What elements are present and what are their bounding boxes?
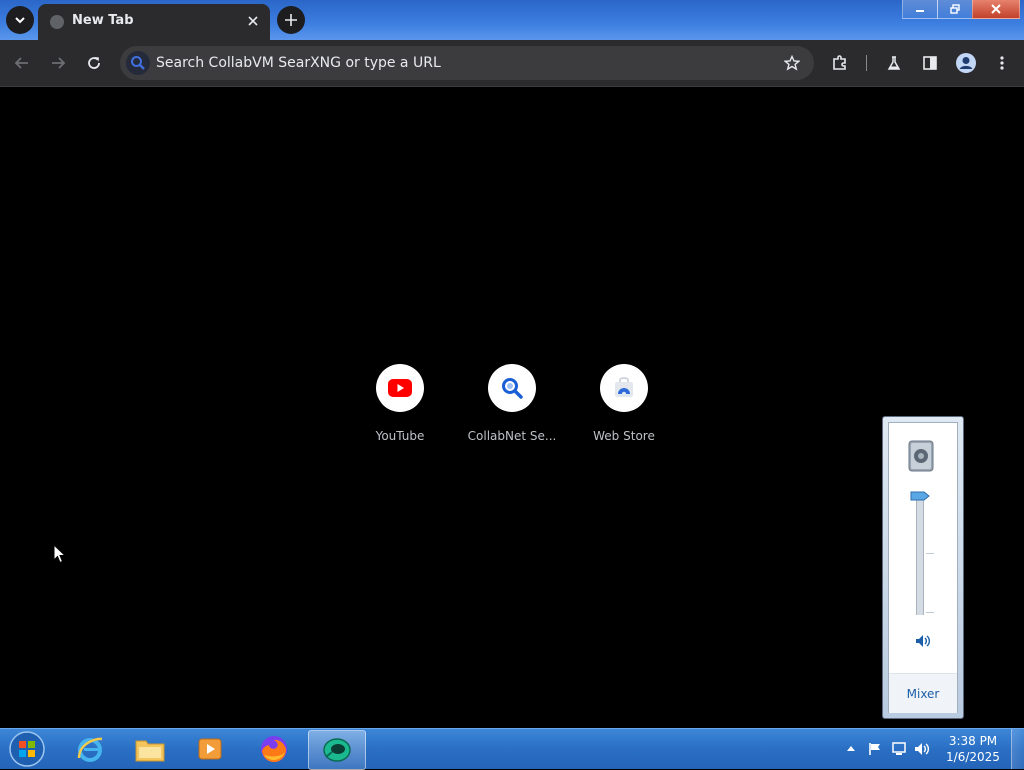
show-hidden-icons-button[interactable] (844, 741, 858, 755)
close-icon (991, 4, 1001, 14)
restore-button[interactable] (937, 0, 973, 19)
speaker-icon (915, 743, 930, 755)
speaker-device-icon[interactable] (907, 439, 937, 473)
speaker-icon (916, 635, 931, 647)
chevron-up-icon (847, 746, 855, 751)
close-icon (248, 16, 258, 26)
shortcut-label: YouTube (375, 429, 425, 443)
shortcut-youtube[interactable]: YouTube (352, 364, 448, 448)
side-panel-icon (923, 56, 937, 70)
taskbar-internet-explorer[interactable] (62, 730, 118, 768)
volume-panel: Mixer (888, 422, 958, 713)
shortcut-collabnet-search[interactable]: CollabNet Se... (464, 364, 560, 448)
minimize-button[interactable] (902, 0, 938, 19)
volume-flyout: Mixer (882, 416, 964, 719)
volume-slider-thumb[interactable] (910, 491, 930, 501)
close-window-button[interactable] (972, 0, 1020, 19)
new-tab-button[interactable] (277, 6, 305, 34)
plus-icon (285, 14, 297, 26)
profile-button[interactable] (952, 49, 980, 77)
clock-date: 1/6/2025 (946, 750, 1000, 764)
globe-icon (50, 15, 64, 29)
network-icon (892, 742, 906, 755)
reload-icon (88, 57, 100, 69)
arrow-right-icon (52, 57, 66, 69)
start-button[interactable] (6, 729, 48, 769)
taskbar-file-explorer[interactable] (122, 730, 178, 768)
network-tray[interactable] (890, 740, 908, 758)
tab-close-button[interactable] (244, 12, 262, 30)
taskbar-clock[interactable]: 3:38 PM 1/6/2025 (938, 733, 1008, 765)
avatar-icon (956, 53, 976, 73)
address-bar[interactable] (120, 46, 814, 80)
browser-app-icon (323, 738, 351, 762)
mixer-footer: Mixer (889, 673, 957, 713)
search-icon (502, 378, 523, 399)
tab-title: New Tab (72, 13, 134, 28)
clock-time: 3:38 PM (948, 734, 998, 748)
windows-orb-icon (9, 731, 45, 767)
bookmark-star-button[interactable] (780, 51, 804, 75)
tab-new-tab[interactable]: New Tab (38, 4, 270, 40)
shortcut-label: CollabNet Se... (467, 429, 557, 443)
shortcut-tile (376, 364, 424, 412)
flag-icon (869, 743, 880, 755)
shortcut-tile (488, 364, 536, 412)
star-icon (784, 55, 800, 71)
labs-button[interactable] (880, 49, 908, 77)
arrow-left-icon (14, 57, 28, 69)
side-panel-button[interactable] (916, 49, 944, 77)
mute-button[interactable] (911, 631, 935, 651)
puzzle-icon (833, 55, 846, 70)
youtube-icon (388, 379, 412, 397)
forward-button[interactable] (44, 49, 72, 77)
chevron-down-icon (15, 17, 25, 24)
internet-explorer-icon (77, 737, 103, 762)
browser-toolbar (0, 40, 1024, 87)
browser-tab-strip: New Tab (0, 0, 1024, 40)
shortcut-web-store[interactable]: Web Store (576, 364, 672, 448)
toolbar-separator (866, 55, 867, 71)
flask-icon (887, 56, 901, 70)
media-player-icon (198, 738, 222, 760)
taskbar-media-player[interactable] (182, 730, 238, 768)
folder-icon (135, 740, 165, 762)
web-store-icon (615, 377, 633, 397)
search-icon (126, 51, 150, 75)
tab-search-button[interactable] (6, 6, 34, 34)
back-button[interactable] (8, 49, 36, 77)
firefox-icon (261, 736, 287, 763)
minimize-icon (916, 10, 924, 12)
shortcut-label: Web Store (593, 429, 655, 443)
shortcut-tile (600, 364, 648, 412)
taskbar-collabvm-browser[interactable] (308, 730, 366, 770)
volume-tick (926, 553, 934, 554)
more-vert-icon (1000, 56, 1004, 70)
restore-icon (950, 4, 960, 14)
action-center-tray[interactable] (866, 740, 884, 758)
volume-tick (926, 612, 934, 613)
show-desktop-button[interactable] (1011, 729, 1024, 769)
window-controls (902, 0, 1020, 19)
reload-button[interactable] (80, 49, 108, 77)
volume-tray[interactable] (913, 740, 931, 758)
extensions-button[interactable] (826, 49, 854, 77)
address-input[interactable] (156, 46, 766, 80)
menu-button[interactable] (988, 49, 1016, 77)
mixer-link[interactable]: Mixer (889, 687, 957, 701)
mouse-cursor-icon (53, 544, 67, 564)
taskbar-firefox[interactable] (246, 730, 302, 768)
volume-slider-track[interactable] (916, 495, 924, 615)
taskbar: 3:38 PM 1/6/2025 (0, 728, 1024, 770)
